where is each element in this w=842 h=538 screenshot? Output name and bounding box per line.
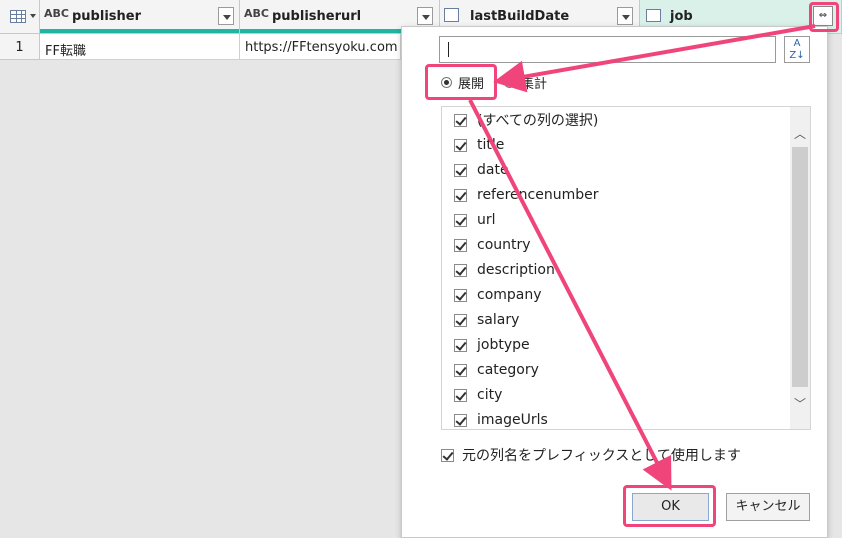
cancel-button[interactable]: キャンセル bbox=[726, 493, 810, 521]
list-item[interactable]: company bbox=[454, 285, 542, 305]
list-item[interactable]: imageUrls bbox=[454, 410, 548, 429]
text-caret bbox=[448, 42, 449, 57]
column-filter-dropdown[interactable] bbox=[617, 7, 633, 25]
item-label: (すべての列の選択) bbox=[477, 113, 599, 129]
item-label: salary bbox=[477, 312, 520, 328]
column-search-input[interactable] bbox=[439, 36, 776, 63]
item-label: jobtype bbox=[477, 337, 530, 353]
cell-publisherurl[interactable]: https://FFtensyoku.com bbox=[240, 34, 401, 60]
column-filter-dropdown[interactable] bbox=[417, 7, 433, 25]
list-item[interactable]: country bbox=[454, 235, 531, 255]
item-label: category bbox=[477, 362, 539, 378]
checkbox-checked-icon bbox=[454, 188, 467, 202]
list-scrollbar[interactable]: ︿ ﹀ bbox=[790, 107, 810, 429]
highlight-ok-button bbox=[623, 485, 716, 527]
table-icon bbox=[646, 9, 661, 22]
list-item[interactable]: referencenumber bbox=[454, 185, 599, 205]
item-label: imageUrls bbox=[477, 412, 548, 428]
list-item[interactable]: url bbox=[454, 210, 496, 230]
table-icon bbox=[10, 10, 26, 23]
checkbox-checked-icon bbox=[454, 288, 467, 302]
column-name: publisherurl bbox=[272, 9, 362, 24]
prefix-option[interactable]: 元の列名をプレフィックスとして使用します bbox=[441, 445, 741, 465]
checkbox-checked-icon bbox=[454, 263, 467, 277]
list-item[interactable]: jobtype bbox=[454, 335, 530, 355]
checkbox-checked-icon bbox=[454, 388, 467, 402]
checkbox-checked-icon bbox=[454, 313, 467, 327]
radio-aggregate-label: 集計 bbox=[521, 76, 548, 92]
radio-unselected-icon bbox=[504, 76, 515, 88]
column-name: lastBuildDate bbox=[470, 9, 570, 24]
item-label: referencenumber bbox=[477, 187, 599, 203]
item-label: country bbox=[477, 237, 531, 253]
list-item[interactable]: date bbox=[454, 160, 509, 180]
item-label: city bbox=[477, 387, 503, 403]
column-checkbox-list: (すべての列の選択) title date referencenumber ur… bbox=[441, 106, 811, 430]
item-label: date bbox=[477, 162, 509, 178]
checkbox-checked-icon bbox=[454, 338, 467, 352]
checkbox-checked-icon bbox=[454, 138, 467, 152]
cell-publisher[interactable]: FF転職 bbox=[40, 34, 240, 60]
checkbox-checked-icon bbox=[454, 363, 467, 377]
abc-text-icon: ABC bbox=[44, 7, 69, 20]
abc-text-icon: ABC bbox=[244, 7, 269, 20]
column-name: job bbox=[670, 9, 693, 24]
column-header-publisher[interactable]: ABC publisher bbox=[40, 0, 240, 34]
table-corner-header[interactable] bbox=[0, 0, 40, 34]
highlight-expand-button bbox=[809, 2, 839, 32]
quality-bar bbox=[40, 29, 239, 33]
checkbox-checked-icon bbox=[441, 448, 454, 462]
sort-az-icon: A Z↓ bbox=[789, 38, 805, 61]
item-label: url bbox=[477, 212, 496, 228]
sort-ascending-button[interactable]: A Z↓ bbox=[784, 36, 810, 63]
expand-column-popup: A Z↓ 展開 集計 (すべての列の選択) title date referenc… bbox=[401, 26, 828, 538]
checkbox-checked-icon bbox=[454, 163, 467, 177]
list-item[interactable]: title bbox=[454, 135, 504, 155]
list-item[interactable]: category bbox=[454, 360, 539, 380]
item-label: description bbox=[477, 262, 555, 278]
checkbox-checked-icon bbox=[454, 238, 467, 252]
highlight-radio-expand bbox=[425, 64, 497, 100]
scrollbar-thumb[interactable] bbox=[792, 147, 808, 387]
chevron-up-icon[interactable]: ︿ bbox=[793, 127, 807, 141]
chevron-down-icon bbox=[30, 14, 36, 18]
item-label: company bbox=[477, 287, 542, 303]
checkbox-checked-icon bbox=[454, 413, 467, 427]
list-item-select-all[interactable]: (すべての列の選択) bbox=[454, 110, 598, 130]
list-item[interactable]: city bbox=[454, 385, 502, 405]
radio-aggregate[interactable]: 集計 bbox=[504, 73, 548, 92]
row-number: 1 bbox=[0, 34, 40, 60]
prefix-label: 元の列名をプレフィックスとして使用します bbox=[462, 448, 741, 464]
chevron-down-icon[interactable]: ﹀ bbox=[793, 397, 807, 411]
quality-bar bbox=[240, 29, 401, 33]
list-item[interactable]: salary bbox=[454, 310, 519, 330]
checkbox-checked-icon bbox=[454, 113, 467, 127]
calendar-clock-icon bbox=[444, 8, 459, 22]
item-label: title bbox=[477, 137, 505, 153]
checkbox-checked-icon bbox=[454, 213, 467, 227]
column-name: publisher bbox=[72, 9, 141, 24]
list-item[interactable]: description bbox=[454, 260, 555, 280]
column-filter-dropdown[interactable] bbox=[218, 7, 234, 25]
